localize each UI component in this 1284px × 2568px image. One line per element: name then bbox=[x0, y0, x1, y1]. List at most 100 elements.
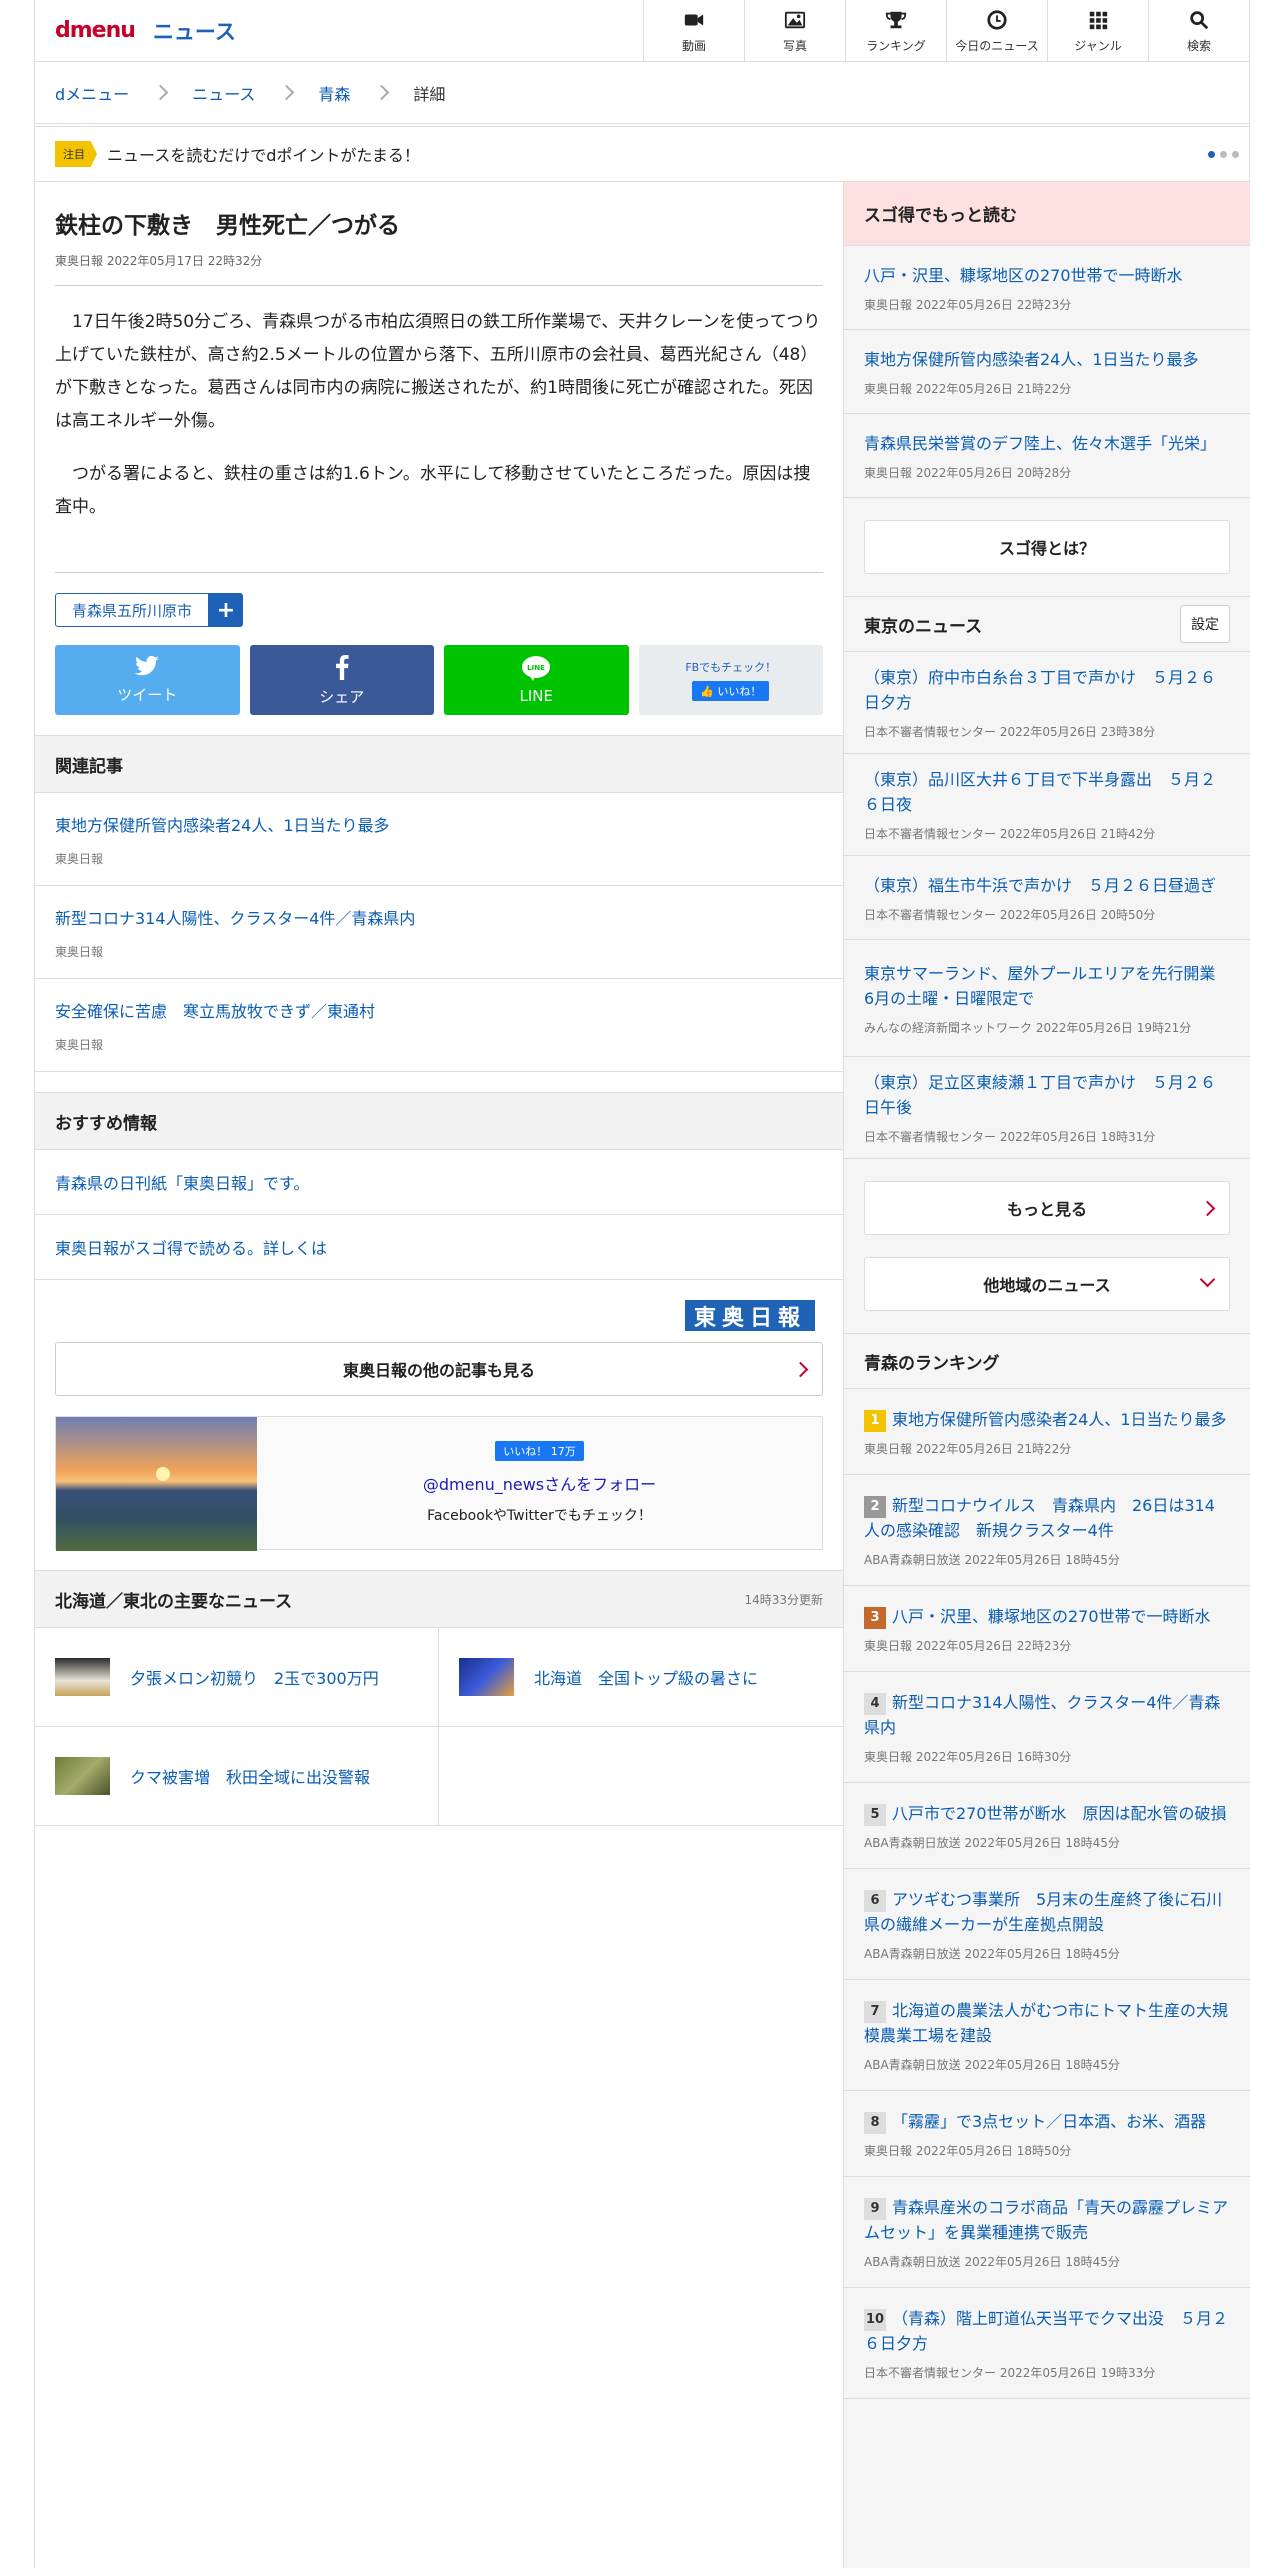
related-title[interactable]: 安全確保に苦慮 寒立馬放牧できず／東通村 bbox=[55, 998, 823, 1022]
carousel-dot[interactable] bbox=[1232, 150, 1239, 158]
sugo-item-title[interactable]: 東地方保健所管内感染者24人、1日当たり最多 bbox=[864, 347, 1230, 372]
like-button[interactable]: 👍 いいね！ bbox=[692, 681, 770, 701]
settings-button[interactable]: 設定 bbox=[1180, 605, 1230, 643]
sugo-about-button[interactable]: スゴ得とは？ bbox=[864, 520, 1230, 574]
ranking-item-text[interactable]: 東地方保健所管内感染者24人、1日当たり最多 bbox=[892, 1410, 1227, 1429]
ranking-item-title[interactable]: 5 八戸市で270世帯が断水 原因は配水管の破損 bbox=[864, 1801, 1230, 1826]
related-title[interactable]: 東地方保健所管内感染者24人、1日当たり最多 bbox=[55, 812, 823, 836]
related-title[interactable]: 新型コロナ314人陽性、クラスター4件／青森県内 bbox=[55, 905, 823, 929]
regional-item-title[interactable]: クマ被害増 秋田全域に出没警報 bbox=[130, 1764, 370, 1788]
ranking-item[interactable]: 4 新型コロナ314人陽性、クラスター4件／青森県内 東奥日報 2022年05月26… bbox=[844, 1672, 1250, 1783]
ranking-item-title[interactable]: 9 青森県産米のコラボ商品「青天の霹靂プレミアムセット」を異業種連携で販売 bbox=[864, 2195, 1230, 2245]
regional-item-title[interactable]: 北海道 全国トップ級の暑さに bbox=[534, 1665, 758, 1689]
ranking-item-title[interactable]: 8 「霧靂」で3点セット／日本酒、お米、酒器 bbox=[864, 2109, 1230, 2134]
tokyo-item-title[interactable]: （東京）足立区東綾瀬１丁目で声かけ ５月２６日午後 bbox=[864, 1070, 1230, 1120]
nav-photo[interactable]: 写真 bbox=[744, 0, 845, 62]
related-item[interactable]: 安全確保に苦慮 寒立馬放牧できず／東通村 東奥日報 bbox=[35, 979, 843, 1072]
ranking-item[interactable]: 2 新型コロナウイルス 青森県内 26日は314人の感染確認 新規クラスター4件 A… bbox=[844, 1475, 1250, 1586]
dmenu-logo[interactable]: dmenu bbox=[55, 18, 136, 43]
related-source: 東奥日報 bbox=[55, 944, 104, 959]
nav-today[interactable]: 今日のニュース bbox=[946, 0, 1047, 62]
more-tokyo-button[interactable]: もっと見る bbox=[864, 1181, 1230, 1235]
ranking-item-title[interactable]: 4 新型コロナ314人陽性、クラスター4件／青森県内 bbox=[864, 1690, 1230, 1740]
regional-item[interactable]: 夕張メロン初競り 2玉で300万円 bbox=[35, 1628, 439, 1727]
toonippo-logo[interactable]: 東奥日報 bbox=[685, 1300, 815, 1331]
ranking-item-text[interactable]: アツギむつ事業所 5月末の生産終了後に石川県の繊維メーカーが生産拠点開設 bbox=[864, 1890, 1222, 1934]
regional-item[interactable]: クマ被害増 秋田全域に出没警報 bbox=[35, 1727, 439, 1826]
ranking-item-title[interactable]: 3 八戸・沢里、糠塚地区の270世帯で一時断水 bbox=[864, 1604, 1230, 1629]
ranking-item-title[interactable]: 1 東地方保健所管内感染者24人、1日当たり最多 bbox=[864, 1407, 1230, 1432]
divider bbox=[55, 285, 823, 286]
ranking-item-text[interactable]: 北海道の農業法人がむつ市にトマト生産の大規模農業工場を建設 bbox=[864, 2001, 1228, 2045]
logo-row: 東奥日報 bbox=[35, 1280, 843, 1342]
tokyo-item[interactable]: （東京）福生市牛浜で声かけ ５月２６日昼過ぎ 日本不審者情報センター 2022年0… bbox=[844, 856, 1250, 940]
follow-link[interactable]: @dmenu_newsさんをフォロー bbox=[423, 1471, 656, 1495]
ranking-item[interactable]: 1 東地方保健所管内感染者24人、1日当たり最多 東奥日報 2022年05月26日 … bbox=[844, 1389, 1250, 1475]
news-logo[interactable]: ニュース bbox=[153, 16, 236, 46]
sugo-item[interactable]: 青森県民栄誉賞のデフ陸上、佐々木選手「光栄」 東奥日報 2022年05月26日 2… bbox=[844, 414, 1250, 498]
nav-ranking[interactable]: ランキング bbox=[845, 0, 946, 62]
sugo-item[interactable]: 東地方保健所管内感染者24人、1日当たり最多 東奥日報 2022年05月26日 2… bbox=[844, 330, 1250, 414]
like-count-button[interactable]: いいね！ 17万 bbox=[495, 1441, 584, 1461]
tokyo-item[interactable]: （東京）品川区大井６丁目で下半身露出 ５月２６日夜 日本不審者情報センター 202… bbox=[844, 754, 1250, 856]
ranking-item-title[interactable]: 6 アツギむつ事業所 5月末の生産終了後に石川県の繊維メーカーが生産拠点開設 bbox=[864, 1887, 1230, 1937]
recommend-item[interactable]: 青森県の日刊紙「東奥日報」です。 bbox=[35, 1150, 843, 1215]
tokyo-item-title[interactable]: （東京）品川区大井６丁目で下半身露出 ５月２６日夜 bbox=[864, 767, 1230, 817]
ranking-item[interactable]: 3 八戸・沢里、糠塚地区の270世帯で一時断水東奥日報 2022年05月26日 2… bbox=[844, 1586, 1250, 1672]
notice-text[interactable]: ニュースを読むだけでdポイントがたまる！ bbox=[107, 142, 420, 166]
related-item[interactable]: 新型コロナ314人陽性、クラスター4件／青森県内東奥日報 bbox=[35, 886, 843, 979]
notice-banner[interactable]: 注目 ニュースを読むだけでdポイントがたまる！ bbox=[35, 126, 1249, 182]
sugo-item-title[interactable]: 八戸・沢里、糠塚地区の270世帯で一時断水 bbox=[864, 263, 1230, 288]
keyword-label[interactable]: 青森県五所川原市 bbox=[55, 593, 210, 627]
line-share-button[interactable]: LINE LINE bbox=[444, 645, 629, 715]
tokyo-item-title[interactable]: （東京）福生市牛浜で声かけ ５月２６日昼過ぎ bbox=[864, 873, 1230, 898]
tweet-button[interactable]: ツイート bbox=[55, 645, 240, 715]
regional-item[interactable]: 北海道 全国トップ級の暑さに bbox=[439, 1628, 843, 1727]
ranking-item-text[interactable]: 八戸・沢里、糠塚地区の270世帯で一時断水 bbox=[892, 1607, 1211, 1626]
nav-genre[interactable]: ジャンル bbox=[1047, 0, 1148, 62]
ranking-item-title[interactable]: 7 北海道の農業法人がむつ市にトマト生産の大規模農業工場を建設 bbox=[864, 1998, 1230, 2048]
ranking-item[interactable]: 10 （青森）階上町道仏天当平でクマ出没 ５月２６日夕方 日本不審者情報センター 2… bbox=[844, 2288, 1250, 2399]
regional-item-title[interactable]: 夕張メロン初競り 2玉で300万円 bbox=[130, 1665, 379, 1689]
facebook-share-button[interactable]: シェア bbox=[249, 645, 434, 715]
follow-box[interactable]: いいね！ 17万 @dmenu_newsさんをフォロー FacebookやTwi… bbox=[55, 1416, 823, 1551]
plus-icon[interactable]: + bbox=[209, 593, 244, 627]
ranking-item-text[interactable]: 新型コロナウイルス 青森県内 26日は314人の感染確認 新規クラスター4件 bbox=[864, 1496, 1215, 1540]
breadcrumb-dmenu[interactable]: dメニュー bbox=[55, 81, 129, 105]
ranking-item[interactable]: 8 「霧靂」で3点セット／日本酒、お米、酒器東奥日報 2022年05月26日 18… bbox=[844, 2091, 1250, 2177]
breadcrumb-aomori[interactable]: 青森 bbox=[318, 81, 350, 105]
carousel-dot[interactable] bbox=[1208, 150, 1215, 158]
ranking-item-text[interactable]: 八戸市で270世帯が断水 原因は配水管の破損 bbox=[892, 1804, 1227, 1823]
ranking-item-title[interactable]: 10 （青森）階上町道仏天当平でクマ出没 ５月２６日夕方 bbox=[864, 2306, 1230, 2356]
ranking-item-text[interactable]: （青森）階上町道仏天当平でクマ出没 ５月２６日夕方 bbox=[864, 2309, 1228, 2353]
ranking-item[interactable]: 5 八戸市で270世帯が断水 原因は配水管の破損 ABA青森朝日放送 2022年05… bbox=[844, 1783, 1250, 1869]
sugo-item-title[interactable]: 青森県民栄誉賞のデフ陸上、佐々木選手「光栄」 bbox=[864, 431, 1230, 456]
ranking-item[interactable]: 6 アツギむつ事業所 5月末の生産終了後に石川県の繊維メーカーが生産拠点開設 ABA… bbox=[844, 1869, 1250, 1980]
recommend-item[interactable]: 東奥日報がスゴ得で読める。詳しくは bbox=[35, 1215, 843, 1280]
tokyo-item-title[interactable]: （東京）府中市白糸台３丁目で声かけ ５月２６日夕方 bbox=[864, 665, 1230, 715]
carousel-dot[interactable] bbox=[1220, 150, 1227, 158]
ranking-item[interactable]: 9 青森県産米のコラボ商品「青天の霹靂プレミアムセット」を異業種連携で販売 ABA青… bbox=[844, 2177, 1250, 2288]
ranking-item-text[interactable]: 新型コロナ314人陽性、クラスター4件／青森県内 bbox=[864, 1693, 1220, 1737]
more-articles-button[interactable]: 東奥日報の他の記事も見る bbox=[55, 1342, 823, 1396]
tokyo-item[interactable]: 東京サマーランド、屋外プールエリアを先行開業 6月の土曜・日曜限定で みんなの経済… bbox=[844, 940, 1250, 1057]
sunset-sun bbox=[156, 1467, 170, 1481]
ranking-item-meta: 東奥日報 2022年05月26日 18時50分 bbox=[864, 2143, 1072, 2158]
ranking-item[interactable]: 7 北海道の農業法人がむつ市にトマト生産の大規模農業工場を建設 ABA青森朝日放送 … bbox=[844, 1980, 1250, 2091]
ranking-item-title[interactable]: 2 新型コロナウイルス 青森県内 26日は314人の感染確認 新規クラスター4件 bbox=[864, 1493, 1230, 1543]
related-item[interactable]: 東地方保健所管内感染者24人、1日当たり最多 東奥日報 bbox=[35, 793, 843, 886]
sugo-item[interactable]: 八戸・沢里、糠塚地区の270世帯で一時断水 東奥日報 2022年05月26日 22… bbox=[844, 246, 1250, 330]
nav-video[interactable]: 動画 bbox=[643, 0, 744, 62]
tokyo-item[interactable]: （東京）足立区東綾瀬１丁目で声かけ ５月２６日午後 日本不審者情報センター 202… bbox=[844, 1057, 1250, 1159]
breadcrumb-news[interactable]: ニュース bbox=[192, 81, 255, 105]
logo[interactable]: dmenu ニュース bbox=[55, 16, 236, 46]
tokyo-item[interactable]: （東京）府中市白糸台３丁目で声かけ ５月２６日夕方 日本不審者情報センター 202… bbox=[844, 652, 1250, 754]
ranking-item-meta: 東奥日報 2022年05月26日 22時23分 bbox=[864, 1638, 1072, 1653]
nav-search[interactable]: 検索 bbox=[1148, 0, 1249, 62]
tokyo-item-title[interactable]: 東京サマーランド、屋外プールエリアを先行開業 6月の土曜・日曜限定で bbox=[864, 961, 1230, 1011]
ranking-item-text[interactable]: 青森県産米のコラボ商品「青天の霹靂プレミアムセット」を異業種連携で販売 bbox=[864, 2198, 1228, 2242]
other-region-button[interactable]: 他地域のニュース bbox=[864, 1257, 1230, 1311]
carousel-dots[interactable] bbox=[1208, 150, 1239, 158]
ranking-item-text[interactable]: 「霧靂」で3点セット／日本酒、お米、酒器 bbox=[892, 2112, 1206, 2131]
keyword-tag[interactable]: 青森県五所川原市 + bbox=[55, 593, 823, 627]
